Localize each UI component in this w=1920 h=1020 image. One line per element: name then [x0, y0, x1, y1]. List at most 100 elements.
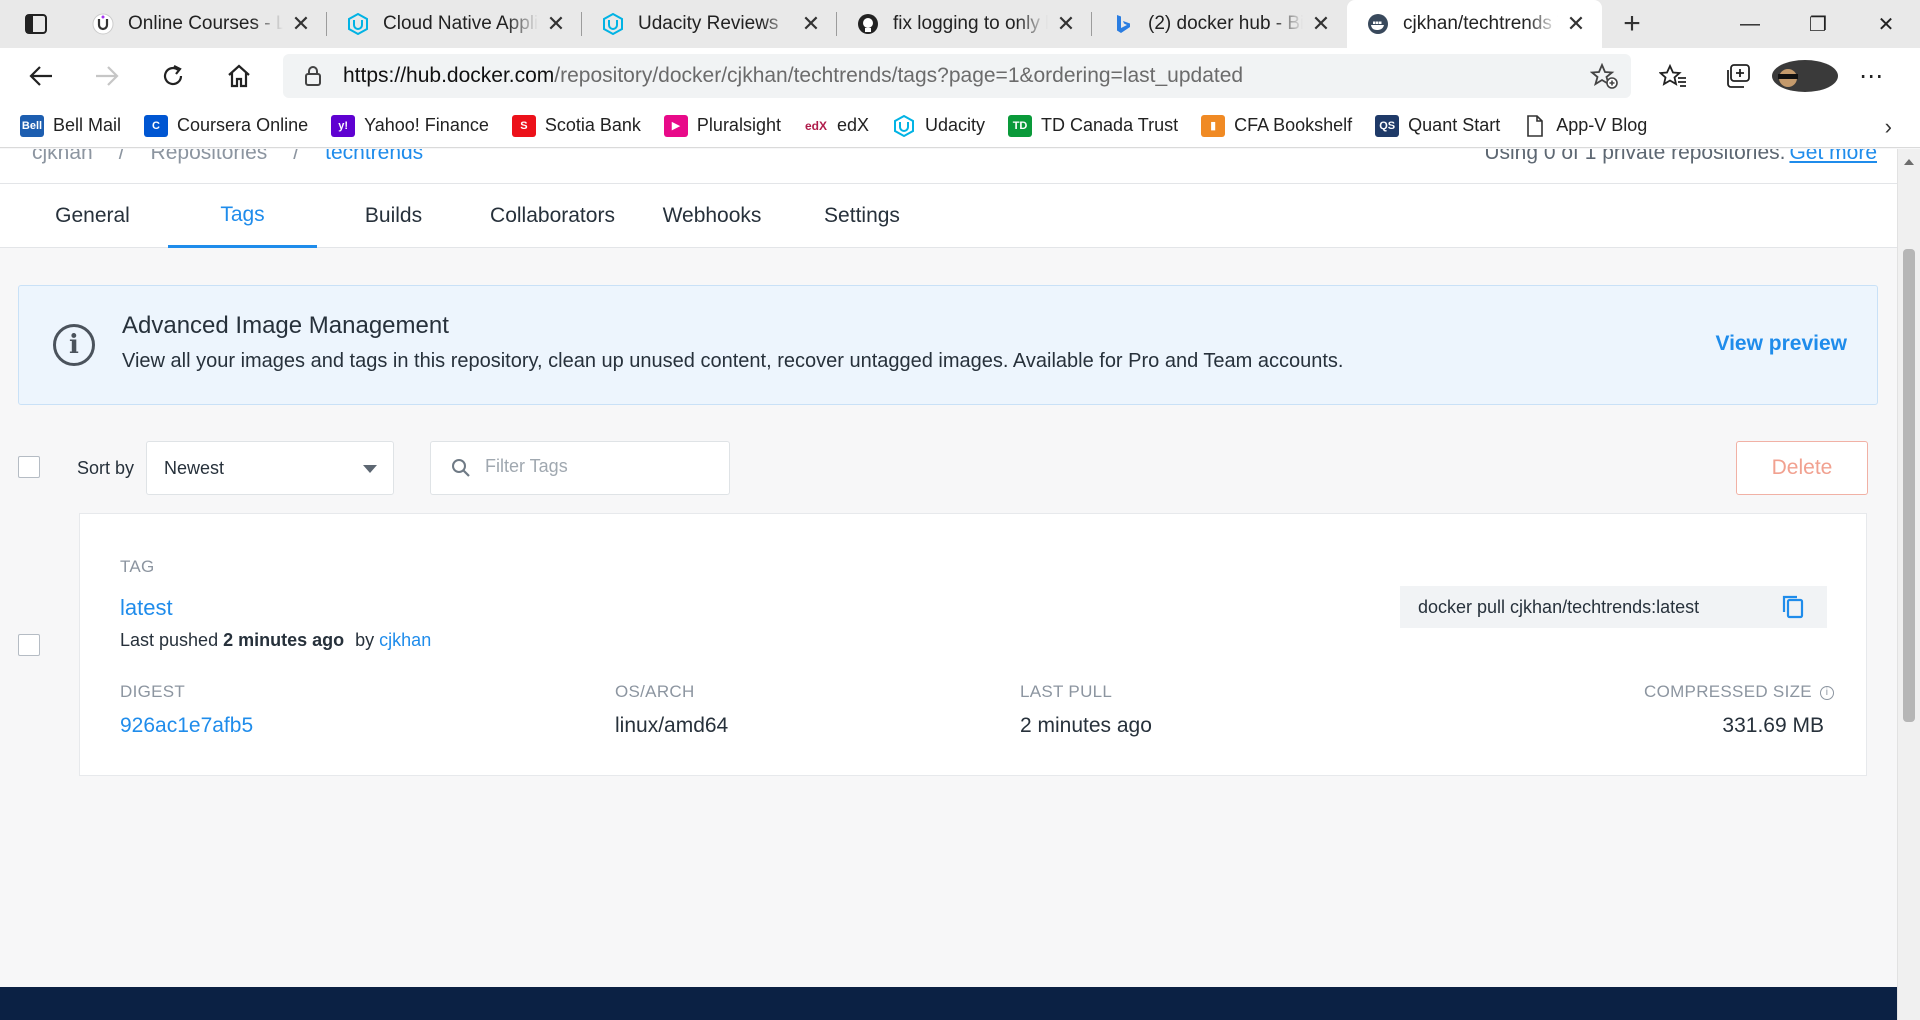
- scrollbar-thumb[interactable]: [1903, 249, 1915, 722]
- github-icon: [857, 13, 879, 35]
- banner-text: View all your images and tags in this re…: [122, 350, 1344, 372]
- tab-builds[interactable]: Builds: [325, 184, 462, 248]
- collections-icon[interactable]: [1706, 63, 1772, 89]
- bing-icon: [1112, 13, 1134, 35]
- favorites-icon[interactable]: [1640, 64, 1706, 88]
- info-small-icon[interactable]: i: [1819, 686, 1834, 700]
- breadcrumb: cjkhan / Repositories / techtrends: [32, 149, 423, 165]
- tab-general[interactable]: General: [24, 184, 161, 248]
- browser-tab-title: Cloud Native Applic: [383, 13, 538, 34]
- private-repo-usage: Using 0 of 1 private repositories. Get mo…: [1484, 149, 1877, 165]
- bookmarks-bar: Bell Bell Mail C Coursera Online y! Yahoo! Fi…: [0, 104, 1920, 148]
- tag-header: TAG: [120, 557, 155, 576]
- browser-tab-strip: Online Courses - Le ✕ Cloud Native Applic ✕…: [0, 0, 1920, 48]
- close-tab-icon[interactable]: ✕: [1564, 11, 1588, 37]
- get-more-link[interactable]: Get more: [1789, 149, 1877, 164]
- address-bar[interactable]: https://hub.docker.com/repository/docker…: [283, 54, 1631, 98]
- browser-tab-title: Online Courses - Le: [128, 13, 283, 34]
- view-preview-link[interactable]: View preview: [1715, 332, 1847, 356]
- bookmark-item[interactable]: App-V Blog: [1523, 114, 1648, 137]
- close-tab-icon[interactable]: ✕: [1309, 11, 1333, 37]
- tab-actions-icon[interactable]: [0, 0, 72, 48]
- pushed-by-user-link[interactable]: cjkhan: [379, 630, 431, 650]
- browser-tab[interactable]: Cloud Native Applic ✕: [327, 0, 582, 48]
- page-scrollbar[interactable]: [1897, 149, 1920, 1020]
- compressed-size-value: 331.69 MB: [1722, 714, 1824, 737]
- breadcrumb-repositories[interactable]: Repositories: [151, 149, 268, 164]
- bookmark-item[interactable]: C Coursera Online: [144, 114, 308, 137]
- repo-tabs: General Tags Builds Collaborators Webhoo…: [0, 184, 1897, 248]
- select-all-checkbox[interactable]: [18, 456, 40, 478]
- udemy-icon: [92, 13, 114, 35]
- bookmark-label: Udacity: [925, 115, 986, 135]
- bookmark-item[interactable]: Bell Bell Mail: [20, 114, 121, 137]
- refresh-icon[interactable]: [140, 48, 206, 104]
- breadcrumb-owner[interactable]: cjkhan: [32, 149, 93, 164]
- browser-tab[interactable]: cjkhan/techtrends T ✕: [1347, 0, 1602, 48]
- bookmark-item[interactable]: QS Quant Start: [1375, 114, 1500, 137]
- filter-tags-field[interactable]: [430, 441, 730, 495]
- close-tab-icon[interactable]: ✕: [799, 11, 823, 37]
- window-controls: — ❐ ✕: [1716, 0, 1920, 48]
- sort-select-value: Newest: [164, 457, 225, 478]
- breadcrumb-repo[interactable]: techtrends: [325, 149, 423, 164]
- more-bookmarks-chevron-icon[interactable]: ›: [1885, 114, 1892, 140]
- advanced-image-management-banner: i Advanced Image Management View all you…: [18, 285, 1878, 405]
- back-icon[interactable]: [8, 48, 74, 104]
- last-pushed-text: Last pushed 2 minutes ago by cjkhan: [120, 630, 432, 650]
- delete-button[interactable]: Delete: [1736, 441, 1868, 495]
- bookmark-item[interactable]: ▮ CFA Bookshelf: [1201, 114, 1352, 137]
- compressed-size-label: COMPRESSED SIZE i: [1644, 682, 1834, 702]
- page-icon: [1523, 114, 1547, 137]
- bookmark-item[interactable]: Udacity: [892, 114, 986, 137]
- restore-icon[interactable]: ❐: [1784, 0, 1852, 48]
- close-tab-icon[interactable]: ✕: [289, 11, 313, 37]
- copy-icon[interactable]: [1781, 594, 1805, 625]
- tab-tags[interactable]: Tags: [168, 184, 317, 248]
- browser-tab[interactable]: Online Courses - Le ✕: [72, 0, 327, 48]
- search-icon: [451, 458, 471, 483]
- more-options-icon[interactable]: ⋯: [1838, 62, 1904, 91]
- docker-icon: [1367, 13, 1389, 35]
- quantstart-icon: QS: [1375, 114, 1400, 137]
- close-window-icon[interactable]: ✕: [1852, 0, 1920, 48]
- profile-avatar[interactable]: [1772, 60, 1838, 92]
- forward-icon[interactable]: [74, 48, 140, 104]
- bookmark-item[interactable]: S Scotia Bank: [511, 114, 641, 137]
- bookmark-label: TD Canada Trust: [1041, 115, 1179, 135]
- add-favorite-icon[interactable]: [1577, 63, 1631, 89]
- bookmark-label: App-V Blog: [1556, 115, 1648, 135]
- caret-down-icon: [363, 465, 377, 473]
- browser-tab[interactable]: (2) docker hub - Bin ✕: [1092, 0, 1347, 48]
- bookmark-label: edX: [836, 115, 869, 135]
- browser-tab[interactable]: Udacity Reviews ✕: [582, 0, 837, 48]
- filter-tags-input[interactable]: [485, 456, 715, 477]
- home-icon[interactable]: [206, 48, 272, 104]
- tag-row-checkbox[interactable]: [18, 634, 40, 656]
- bookmark-item[interactable]: TD TD Canada Trust: [1008, 114, 1179, 137]
- bookmark-item[interactable]: y! Yahoo! Finance: [331, 114, 489, 137]
- last-pull-value: 2 minutes ago: [1020, 714, 1152, 737]
- browser-tab-title: Udacity Reviews: [638, 13, 779, 34]
- close-tab-icon[interactable]: ✕: [1054, 11, 1078, 37]
- sort-select[interactable]: Newest: [146, 441, 394, 495]
- digest-label: DIGEST: [120, 682, 186, 701]
- tag-name-link[interactable]: latest: [120, 595, 173, 621]
- bookmark-item[interactable]: ▶ Pluralsight: [663, 114, 781, 137]
- close-tab-icon[interactable]: ✕: [544, 11, 568, 37]
- bookmark-label: Yahoo! Finance: [364, 115, 489, 135]
- bookmark-item[interactable]: edX edX: [804, 115, 869, 137]
- info-icon: i: [53, 324, 95, 366]
- browser-tab[interactable]: fix logging to only l ✕: [837, 0, 1092, 48]
- scroll-up-icon[interactable]: [1904, 159, 1914, 165]
- browser-tab-title: fix logging to only l: [893, 13, 1048, 34]
- tab-settings[interactable]: Settings: [790, 184, 934, 248]
- lock-icon[interactable]: [283, 65, 343, 87]
- new-tab-button[interactable]: +: [1602, 0, 1662, 48]
- udacity-icon: [892, 114, 916, 137]
- digest-link[interactable]: 926ac1e7afb5: [120, 714, 253, 738]
- tab-collaborators[interactable]: Collaborators: [470, 184, 635, 248]
- tab-webhooks[interactable]: Webhooks: [642, 184, 782, 248]
- browser-tab-title: (2) docker hub - Bin: [1148, 13, 1303, 34]
- minimize-icon[interactable]: —: [1716, 0, 1784, 48]
